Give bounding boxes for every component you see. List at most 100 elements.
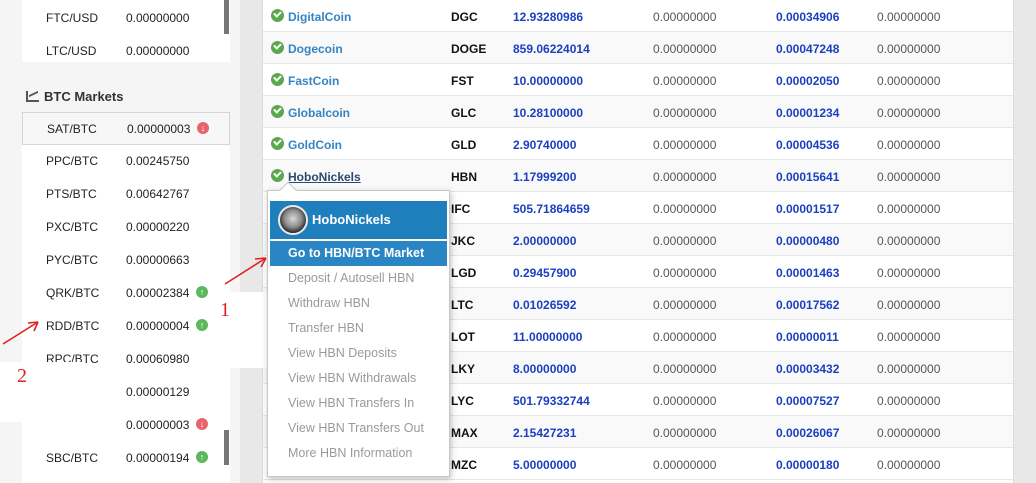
market-row[interactable]: PPC/BTC 0.00245750	[22, 145, 230, 178]
table-row: Globalcoin GLC 10.28100000 0.00000000 0.0000…	[263, 96, 1013, 128]
coin-pending: 0.00000000	[653, 426, 717, 440]
coin-name-link[interactable]: HoboNickels	[288, 170, 361, 184]
context-menu-item[interactable]: Transfer HBN	[270, 316, 447, 341]
coin-btc-value: 0.00000180	[776, 458, 840, 472]
coin-pending: 0.00000000	[653, 330, 717, 344]
coin-btc-value: 0.00000480	[776, 234, 840, 248]
coin-name-link[interactable]: Dogecoin	[288, 42, 343, 56]
coin-name-link[interactable]: Globalcoin	[288, 106, 350, 120]
coin-symbol: LYC	[451, 394, 474, 408]
market-pair: SBC/BTC	[46, 451, 99, 465]
market-row-ftc-usd[interactable]: FTC/USD 0.00000000	[22, 2, 230, 35]
redaction-patch	[0, 362, 82, 422]
arrow-up-icon: ↑	[196, 319, 208, 331]
market-price: 0.00060980	[126, 352, 190, 366]
coin-name-link[interactable]: DigitalCoin	[288, 10, 351, 24]
market-price: 0.00000000	[126, 44, 190, 58]
check-circle-icon	[271, 73, 284, 86]
context-menu-item[interactable]: Deposit / Autosell HBN	[270, 266, 447, 291]
coin-balance: 505.71864659	[513, 202, 590, 216]
coin-balance: 859.06224014	[513, 42, 590, 56]
context-menu-header: HoboNickels	[270, 201, 447, 239]
arrow-down-icon: ↓	[196, 418, 208, 430]
coin-pending: 0.00000000	[653, 138, 717, 152]
coin-symbol: IFC	[451, 202, 471, 216]
coin-balance: 501.79332744	[513, 394, 590, 408]
coin-btc-value: 0.00003432	[776, 362, 840, 376]
btc-markets-panel: SAT/BTC 0.00000003 ↓ PPC/BTC 0.00245750 PTS/B…	[22, 112, 230, 483]
coin-symbol: LTC	[451, 298, 474, 312]
table-row: Dogecoin DOGE 859.06224014 0.00000000 0.0004…	[263, 32, 1013, 64]
coin-name-link[interactable]: GoldCoin	[288, 138, 342, 152]
market-pair: PTS/BTC	[46, 187, 97, 201]
coin-pending: 0.00000000	[653, 234, 717, 248]
coin-balance: 1.17999200	[513, 170, 577, 184]
coin-btc-value: 0.00047248	[776, 42, 840, 56]
market-row[interactable]: PTS/BTC 0.00642767	[22, 178, 230, 211]
coin-on-orders: 0.00000000	[877, 234, 941, 248]
market-pair: RDD/BTC	[46, 319, 100, 333]
coin-balance: 2.15427231	[513, 426, 577, 440]
market-price: 0.00000129	[126, 385, 190, 399]
coin-on-orders: 0.00000000	[877, 138, 941, 152]
redaction-patch	[219, 292, 267, 368]
context-menu-item[interactable]: Go to HBN/BTC Market	[270, 241, 447, 266]
check-circle-icon	[271, 137, 284, 150]
context-menu-item[interactable]: Withdraw HBN	[270, 291, 447, 316]
market-row[interactable]: SBC/BTC 0.00000194 ↑	[22, 442, 230, 475]
coin-btc-value: 0.00001517	[776, 202, 840, 216]
market-row[interactable]: PXC/BTC 0.00000220	[22, 211, 230, 244]
check-circle-icon	[271, 105, 284, 118]
coin-pending: 0.00000000	[653, 74, 717, 88]
page-gutter	[240, 0, 262, 483]
coin-pending: 0.00000000	[653, 394, 717, 408]
coin-on-orders: 0.00000000	[877, 170, 941, 184]
coin-on-orders: 0.00000000	[877, 362, 941, 376]
coin-btc-value: 0.00000011	[776, 330, 839, 344]
coin-btc-value: 0.00004536	[776, 138, 840, 152]
coin-symbol: MAX	[451, 426, 478, 440]
check-circle-icon	[271, 169, 284, 182]
coin-symbol: JKC	[451, 234, 476, 248]
market-row[interactable]: PYC/BTC 0.00000663	[22, 244, 230, 277]
market-row[interactable]: QRK/BTC 0.00002384 ↑	[22, 277, 230, 310]
context-menu-item[interactable]: View HBN Deposits	[270, 341, 447, 366]
coin-btc-value: 0.00034906	[776, 10, 840, 24]
coin-on-orders: 0.00000000	[877, 394, 941, 408]
coin-on-orders: 0.00000000	[877, 74, 941, 88]
coin-pending: 0.00000000	[653, 106, 717, 120]
coin-balance: 5.00000000	[513, 458, 577, 472]
market-pair: QRK/BTC	[46, 286, 100, 300]
coin-btc-value: 0.00007527	[776, 394, 840, 408]
coin-symbol: MZC	[451, 458, 477, 472]
page-edge	[1014, 0, 1036, 483]
coin-balance: 10.00000000	[513, 74, 584, 88]
market-pair: FTC/USD	[46, 11, 98, 25]
context-menu-item[interactable]: View HBN Transfers In	[270, 391, 447, 416]
scrollbar-thumb-top[interactable]	[224, 0, 229, 34]
context-menu-item[interactable]: View HBN Transfers Out	[270, 416, 447, 441]
line-chart-icon	[26, 91, 39, 102]
coin-pending: 0.00000000	[653, 42, 717, 56]
check-circle-icon	[271, 9, 284, 22]
market-row[interactable]: RDD/BTC 0.00000004 ↑	[22, 310, 230, 343]
market-row[interactable]: SAT/BTC 0.00000003 ↓	[22, 112, 230, 145]
context-menu-item[interactable]: View HBN Withdrawals	[270, 366, 447, 391]
arrow-down-icon: ↓	[197, 122, 209, 134]
scrollbar-thumb-bottom[interactable]	[224, 430, 229, 465]
market-pair: SAT/BTC	[47, 122, 97, 136]
coin-pending: 0.00000000	[653, 458, 717, 472]
table-row: HoboNickels HBN 1.17999200 0.00000000 0.0001…	[263, 160, 1013, 192]
coin-balance: 8.00000000	[513, 362, 577, 376]
market-row-ltc-usd[interactable]: LTC/USD 0.00000000	[22, 35, 230, 68]
coin-name-link[interactable]: FastCoin	[288, 74, 339, 88]
coin-balance: 2.90740000	[513, 138, 577, 152]
coin-on-orders: 0.00000000	[877, 330, 941, 344]
coin-pending: 0.00000000	[653, 362, 717, 376]
coin-balance: 0.29457900	[513, 266, 577, 280]
coin-context-menu: HoboNickels Go to HBN/BTC Market Deposit …	[267, 181, 450, 477]
context-menu-item[interactable]: More HBN Information	[270, 441, 447, 466]
market-price: 0.00000003	[127, 122, 191, 136]
arrow-up-icon: ↑	[196, 286, 208, 298]
coin-balance: 10.28100000	[513, 106, 584, 120]
